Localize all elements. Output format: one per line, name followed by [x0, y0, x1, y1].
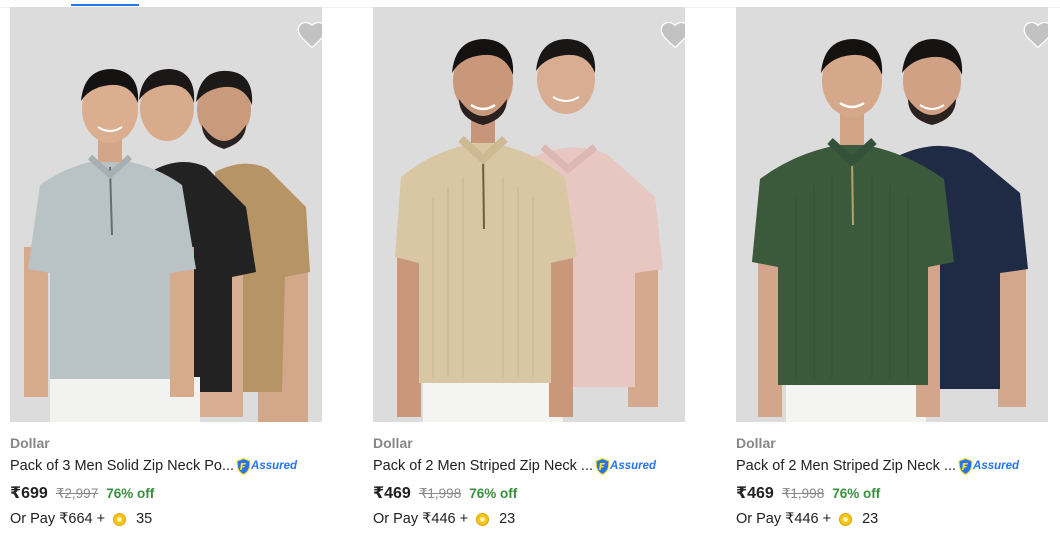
product-brand: Dollar [10, 435, 50, 451]
assured-shield-icon [595, 457, 610, 475]
product-card[interactable]: Dollar Pack of 2 Men Striped Zip Neck ..… [373, 7, 685, 534]
product-image[interactable] [10, 7, 322, 422]
product-photo-illustration [24, 69, 310, 422]
assured-badge: Assured [236, 457, 298, 475]
product-brand: Dollar [736, 435, 776, 451]
coin-count: 35 [136, 511, 153, 527]
discount-percent: 76% off [832, 486, 881, 501]
assured-badge: Assured [958, 457, 1020, 475]
product-title-row[interactable]: Pack of 2 Men Striped Zip Neck ... Assur… [736, 456, 1048, 476]
selling-price: ₹469 [736, 485, 774, 502]
discount-percent: 76% off [106, 486, 155, 501]
supercoin-icon [476, 512, 490, 526]
product-card[interactable]: Dollar Pack of 2 Men Striped Zip Neck ..… [736, 7, 1048, 534]
assured-label: Assured [973, 460, 1020, 472]
pay-label: Or Pay ₹446 + [736, 511, 832, 527]
price-row: ₹699 ₹2,997 76% off [10, 483, 154, 503]
product-title-row[interactable]: Pack of 2 Men Striped Zip Neck ... Assur… [373, 456, 685, 476]
supercoin-pay-row: Or Pay ₹446 + 23 [373, 511, 515, 527]
assured-shield-icon [958, 457, 973, 475]
original-price: ₹1,998 [418, 486, 462, 501]
product-brand: Dollar [373, 435, 413, 451]
active-tab-indicator [71, 4, 139, 6]
heart-icon[interactable] [1023, 21, 1048, 49]
product-title[interactable]: Pack of 2 Men Striped Zip Neck ... [736, 458, 956, 474]
assured-label: Assured [251, 460, 298, 472]
coin-count: 23 [862, 511, 879, 527]
product-photo-illustration [752, 39, 1028, 422]
assured-label: Assured [610, 460, 657, 472]
price-row: ₹469 ₹1,998 76% off [736, 483, 880, 503]
product-title[interactable]: Pack of 3 Men Solid Zip Neck Po... [10, 458, 234, 474]
assured-badge: Assured [595, 457, 657, 475]
product-image[interactable] [373, 7, 685, 422]
selling-price: ₹469 [373, 485, 411, 502]
shirt [395, 142, 577, 383]
original-price: ₹1,998 [781, 486, 825, 501]
product-title[interactable]: Pack of 2 Men Striped Zip Neck ... [373, 458, 593, 474]
heart-icon[interactable] [297, 21, 322, 49]
product-image[interactable] [736, 7, 1048, 422]
product-title-row[interactable]: Pack of 3 Men Solid Zip Neck Po... Assur… [10, 456, 322, 476]
original-price: ₹2,997 [55, 486, 99, 501]
coin-count: 23 [499, 511, 516, 527]
pay-label: Or Pay ₹664 + [10, 511, 106, 527]
assured-shield-icon [236, 457, 251, 475]
product-photo-illustration [395, 39, 663, 422]
supercoin-icon [839, 512, 853, 526]
discount-percent: 76% off [469, 486, 518, 501]
supercoin-pay-row: Or Pay ₹446 + 23 [736, 511, 878, 527]
heart-icon[interactable] [660, 21, 685, 49]
product-card[interactable]: Dollar Pack of 3 Men Solid Zip Neck Po..… [10, 7, 322, 534]
supercoin-icon [113, 512, 127, 526]
selling-price: ₹699 [10, 485, 48, 502]
price-row: ₹469 ₹1,998 76% off [373, 483, 517, 503]
pay-label: Or Pay ₹446 + [373, 511, 469, 527]
supercoin-pay-row: Or Pay ₹664 + 35 [10, 511, 152, 527]
